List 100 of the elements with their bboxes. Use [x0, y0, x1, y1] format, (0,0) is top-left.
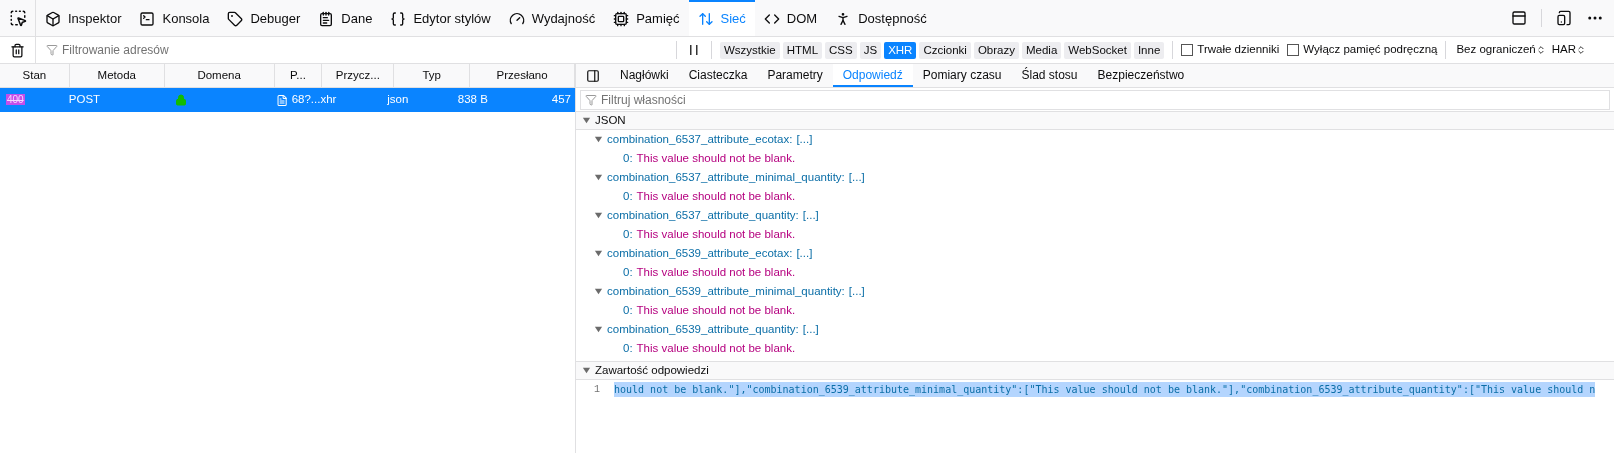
type-filter-button[interactable]: Wszystkie — [720, 41, 780, 59]
json-preview: [...] — [848, 283, 865, 299]
type-filter-button[interactable]: Obrazy — [973, 41, 1019, 59]
json-index: 0: — [623, 188, 633, 204]
cause-text: xhr — [320, 93, 337, 106]
json-preview: [...] — [802, 321, 819, 337]
json-key[interactable]: combination_6537_attribute_quantity: — [607, 206, 799, 225]
json-key[interactable]: combination_6539_attribute_minimal_quantity: — [607, 282, 845, 301]
type-filter-button[interactable]: XHR — [884, 41, 917, 59]
type-filter-button[interactable]: CSS — [825, 41, 857, 59]
throttling-select[interactable]: Bez ograniczeń — [1456, 41, 1546, 59]
layout-icon[interactable] — [1511, 10, 1527, 26]
line-number: 1 — [593, 382, 601, 397]
request-row[interactable]: 400 POST 68?...xhr json 838 B 457 — [0, 88, 575, 112]
type-filter-button[interactable]: JS — [859, 41, 882, 59]
devtools-tab[interactable]: Dostępność — [826, 0, 936, 36]
filter-icon — [46, 44, 58, 56]
chevrons-icon — [1535, 45, 1546, 55]
details-tab[interactable]: Pomiary czasu — [912, 64, 1012, 87]
notepad-icon — [318, 11, 335, 27]
terminal-icon — [139, 11, 156, 27]
checkbox[interactable] — [1181, 44, 1194, 56]
column-header[interactable]: Przycz... — [335, 66, 380, 85]
size-text: 457 — [551, 93, 571, 106]
json-key[interactable]: combination_6537_attribute_minimal_quantity: — [607, 168, 845, 187]
url-filter-field[interactable]: Filtrowanie adresów — [62, 41, 666, 59]
type-filter-button[interactable]: Inne — [1133, 41, 1165, 59]
details-tab[interactable]: Parametry — [757, 64, 833, 87]
expand-triangle-icon[interactable] — [594, 135, 603, 144]
json-value: This value should not be blank. — [636, 226, 796, 242]
checkbox-label: Wyłącz pamięć podręczną — [1303, 42, 1438, 58]
column-header[interactable]: Stan — [22, 66, 47, 85]
json-value: This value should not be blank. — [636, 264, 796, 280]
expand-triangle-icon[interactable] — [582, 366, 591, 375]
trash-icon[interactable] — [10, 42, 25, 58]
checkbox[interactable] — [1287, 44, 1300, 56]
properties-filter-field[interactable]: Filtruj własności — [580, 89, 1610, 110]
sidebar-toggle-icon[interactable] — [586, 68, 600, 83]
expand-triangle-icon[interactable] — [594, 211, 603, 220]
expand-triangle-icon[interactable] — [594, 173, 603, 182]
json-value: This value should not be blank. — [636, 150, 796, 166]
expand-triangle-icon[interactable] — [594, 249, 603, 258]
json-index: 0: — [623, 226, 633, 242]
details-tab[interactable]: Odpowiedź — [832, 64, 913, 87]
devtools-tab[interactable]: Wydajność — [499, 0, 605, 36]
json-key[interactable]: combination_6539_attribute_ecotax: — [607, 244, 793, 263]
type-filter-button[interactable]: Czcionki — [919, 41, 971, 59]
json-key[interactable]: combination_6537_attribute_ecotax: — [607, 130, 793, 149]
type-filter-button[interactable]: WebSocket — [1064, 41, 1131, 59]
devtools-tab[interactable]: Konsola — [130, 0, 219, 36]
json-value: This value should not be blank. — [636, 302, 796, 318]
filter-icon — [585, 93, 597, 106]
json-value: This value should not be blank. — [636, 188, 796, 204]
status-code: 400 — [6, 94, 25, 106]
type-filter-button[interactable]: HTML — [782, 41, 823, 59]
json-index: 0: — [623, 150, 633, 166]
devtools-tab[interactable]: DOM — [754, 0, 827, 36]
details-tab[interactable]: Ślad stosu — [1011, 64, 1088, 87]
details-tab[interactable]: Bezpieczeństwo — [1087, 64, 1195, 87]
json-index: 0: — [623, 340, 633, 356]
checkbox-label: Trwałe dzienniki — [1197, 42, 1280, 58]
arrows-up-down-icon — [697, 11, 714, 27]
chip-icon — [613, 11, 630, 27]
json-index: 0: — [623, 302, 633, 318]
section-title[interactable]: JSON — [595, 112, 626, 130]
expand-triangle-icon[interactable] — [594, 325, 603, 334]
devtools-tab[interactable]: Dane — [309, 0, 382, 36]
chevrons-icon — [1576, 45, 1586, 55]
type-text: json — [387, 93, 409, 106]
json-value: This value should not be blank. — [636, 340, 796, 356]
devices-icon[interactable] — [1556, 10, 1572, 26]
details-tab[interactable]: Nagłówki — [610, 64, 679, 87]
code-icon — [763, 11, 780, 27]
har-menu[interactable]: HAR — [1551, 41, 1586, 59]
section-title[interactable]: Zawartość odpowiedzi — [595, 361, 709, 380]
json-index: 0: — [623, 264, 633, 280]
method-text: POST — [68, 93, 101, 106]
column-header[interactable]: Domena — [197, 66, 241, 85]
json-preview: [...] — [796, 131, 813, 147]
devtools-tab[interactable]: Edytor stylów — [381, 0, 500, 36]
devtools-tab[interactable]: Inspektor — [36, 0, 131, 36]
json-preview: [...] — [848, 169, 865, 185]
details-tab[interactable]: Ciasteczka — [678, 64, 758, 87]
tag-icon — [227, 11, 244, 27]
column-header[interactable]: Przesłano — [496, 66, 548, 85]
json-key[interactable]: combination_6539_attribute_quantity: — [607, 320, 799, 339]
devtools-tab[interactable]: Debuger — [218, 0, 310, 36]
element-picker-icon[interactable] — [8, 9, 27, 27]
column-header[interactable]: P... — [290, 66, 306, 85]
column-header[interactable]: Typ — [422, 66, 441, 85]
braces-icon — [390, 11, 407, 27]
type-filter-button[interactable]: Media — [1021, 41, 1062, 59]
devtools-tab[interactable]: Pamięć — [604, 0, 689, 36]
expand-triangle-icon[interactable] — [582, 116, 591, 125]
column-header[interactable]: Metoda — [97, 66, 136, 85]
json-preview: [...] — [802, 207, 819, 223]
devtools-tab[interactable]: Sieć — [688, 0, 755, 36]
transferred-text: 838 B — [457, 93, 488, 106]
pause-icon[interactable] — [689, 44, 699, 56]
expand-triangle-icon[interactable] — [594, 287, 603, 296]
